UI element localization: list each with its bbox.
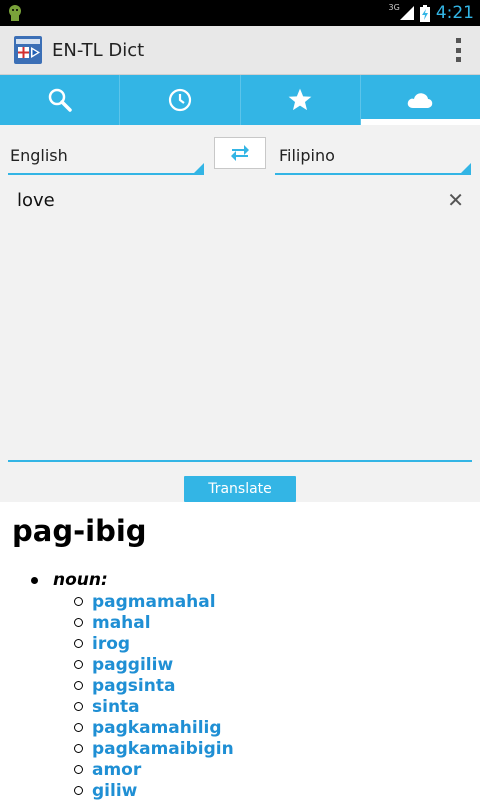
circle-bullet-icon [74, 639, 83, 648]
part-of-speech-label: noun: [53, 570, 108, 590]
target-language-spinner[interactable]: Filipino [275, 137, 471, 175]
tab-favorites[interactable] [241, 75, 361, 125]
source-language-label: English [10, 145, 68, 165]
result-panel: pag-ibig noun: pagmamahal mahal irog pag… [0, 502, 480, 800]
list-item[interactable]: pagkamahilig [74, 717, 234, 738]
translation-link[interactable]: pagkamahilig [92, 718, 222, 738]
target-language-label: Filipino [279, 145, 335, 165]
list-item[interactable]: pagsinta [74, 675, 234, 696]
app-title: EN-TL Dict [52, 39, 145, 61]
spinner-arrow-icon [461, 163, 471, 173]
translation-list: pagmamahal mahal irog paggiliw pagsinta … [74, 591, 234, 800]
translation-link[interactable]: giliw [92, 781, 137, 800]
source-text-input[interactable]: love ✕ [8, 176, 472, 462]
input-text-value: love [17, 190, 55, 211]
translation-link[interactable]: pagmamahal [92, 592, 216, 612]
circle-bullet-icon [74, 597, 83, 606]
star-icon [288, 88, 312, 111]
translate-button[interactable]: Translate [184, 476, 296, 502]
network-type: 3G [388, 2, 400, 12]
battery-charging-icon [419, 4, 430, 22]
search-icon [48, 88, 72, 112]
tab-bar [0, 75, 480, 125]
translation-link[interactable]: sinta [92, 697, 140, 717]
translation-link[interactable]: pagkamaibigin [92, 739, 234, 759]
translation-link[interactable]: paggiliw [92, 655, 173, 675]
android-debug-icon [9, 5, 21, 21]
circle-bullet-icon [74, 723, 83, 732]
list-item[interactable]: giliw [74, 780, 234, 800]
list-item[interactable]: sinta [74, 696, 234, 717]
circle-bullet-icon [74, 744, 83, 753]
list-item[interactable]: irog [74, 633, 234, 654]
clock-icon [168, 88, 191, 112]
circle-bullet-icon [74, 660, 83, 669]
signal-icon [399, 6, 414, 20]
circle-bullet-icon [74, 681, 83, 690]
tab-search[interactable] [0, 75, 121, 125]
circle-bullet-icon [74, 786, 83, 795]
swap-arrows-icon [231, 145, 249, 161]
list-item[interactable]: paggiliw [74, 654, 234, 675]
source-language-spinner[interactable]: English [8, 137, 204, 175]
clear-text-icon[interactable]: ✕ [447, 188, 464, 212]
circle-bullet-icon [74, 702, 83, 711]
action-bar: EN-TL Dict [0, 26, 480, 75]
result-headword: pag-ibig [12, 514, 147, 548]
app-logo-icon [14, 36, 42, 64]
translation-link[interactable]: amor [92, 760, 141, 780]
overflow-menu-button[interactable] [454, 38, 462, 62]
translation-link[interactable]: pagsinta [92, 676, 175, 696]
clock-time: 4:21 [435, 3, 474, 23]
tab-history[interactable] [120, 75, 241, 125]
circle-bullet-icon [74, 765, 83, 774]
bullet-icon [31, 577, 38, 584]
status-bar: 3G 4:21 [0, 0, 480, 26]
translation-link[interactable]: irog [92, 634, 130, 654]
circle-bullet-icon [74, 618, 83, 627]
language-selector-row: English Filipino [0, 125, 480, 177]
tab-online[interactable] [360, 75, 480, 125]
translation-link[interactable]: mahal [92, 613, 151, 633]
swap-languages-button[interactable] [214, 137, 266, 169]
list-item[interactable]: amor [74, 759, 234, 780]
list-item[interactable]: pagmamahal [74, 591, 234, 612]
list-item[interactable]: pagkamaibigin [74, 738, 234, 759]
list-item[interactable]: mahal [74, 612, 234, 633]
cloud-icon [408, 93, 433, 108]
spinner-arrow-icon [194, 163, 204, 173]
part-of-speech-item: noun: [31, 570, 108, 590]
